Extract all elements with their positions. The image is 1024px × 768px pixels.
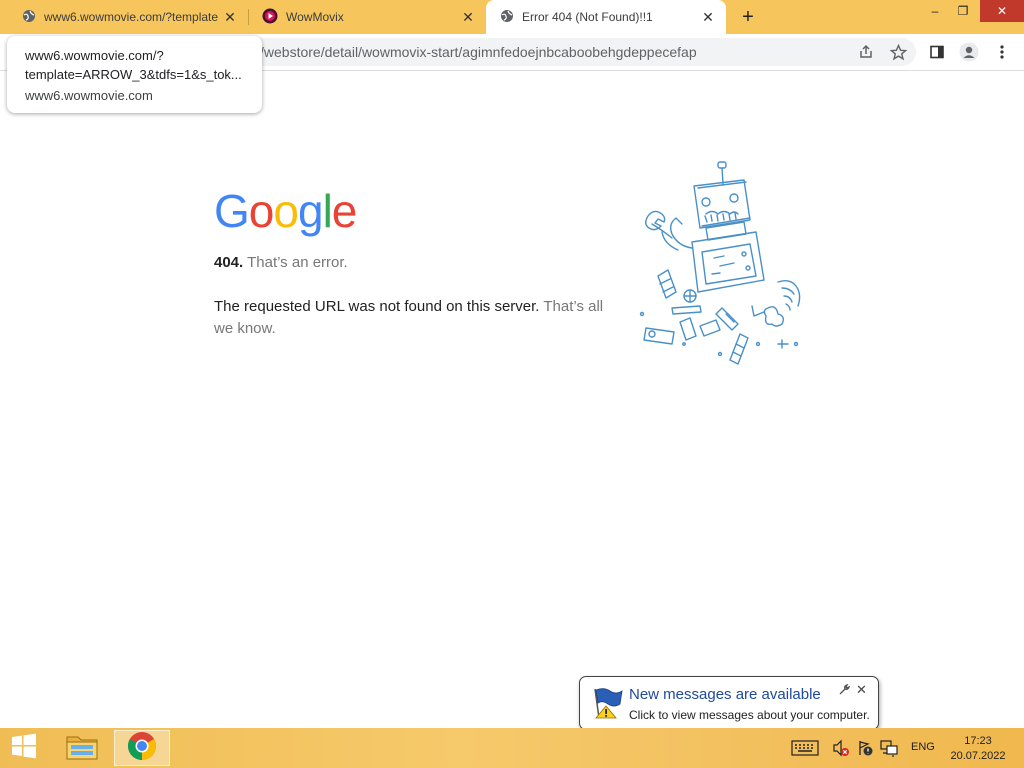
tab-error-404[interactable]: Error 404 (Not Found)!!1 ✕: [486, 0, 726, 34]
taskbar-chrome[interactable]: [114, 730, 170, 766]
close-tab-icon[interactable]: ✕: [700, 9, 716, 25]
error-text: That’s an error.: [247, 254, 348, 271]
clock-time: 17:23: [964, 735, 992, 747]
notification-balloon[interactable]: New messages are available Click to view…: [579, 676, 879, 730]
globe-icon: [500, 9, 514, 26]
wrench-settings-icon[interactable]: [838, 683, 851, 699]
error-code: 404.: [214, 254, 244, 271]
taskbar: ENG 17:23 20.07.2022: [0, 728, 1024, 768]
tab-title: www6.wowmovie.com/?template: [44, 10, 219, 24]
tab-hover-card: www6.wowmovie.com/? template=ARROW_3&tdf…: [7, 36, 262, 113]
globe-icon: [22, 9, 36, 26]
hover-card-title-line2: template=ARROW_3&tdfs=1&s_tok...: [25, 67, 242, 82]
google-logo-letter: o: [273, 185, 299, 237]
clock-date: 20.07.2022: [950, 750, 1006, 762]
close-tab-icon[interactable]: ✕: [222, 9, 238, 25]
system-clock[interactable]: 17:23 20.07.2022: [946, 734, 1010, 764]
error-heading: 404. That’s an error.: [214, 254, 348, 271]
close-notification-icon[interactable]: ✕: [856, 682, 867, 698]
menu-kebab-icon[interactable]: [992, 42, 1012, 62]
profile-avatar-icon[interactable]: [959, 42, 979, 62]
google-logo-letter: e: [331, 185, 358, 237]
network-icon[interactable]: [880, 738, 898, 758]
side-panel-icon[interactable]: [927, 42, 947, 62]
close-window-button[interactable]: ✕: [980, 0, 1024, 22]
touch-keyboard-icon[interactable]: [790, 738, 820, 758]
tab-wowmovix[interactable]: WowMovix ✕: [248, 0, 486, 34]
taskbar-file-explorer[interactable]: [54, 730, 110, 766]
wowmovix-icon: [262, 8, 278, 27]
chrome-icon: [127, 731, 157, 766]
tab-title: WowMovix: [286, 10, 344, 24]
notification-text: Click to view messages about your comput…: [629, 708, 870, 722]
hover-card-domain: www6.wowmovie.com: [25, 88, 153, 103]
volume-muted-icon[interactable]: [832, 738, 850, 758]
action-center-icon[interactable]: [856, 738, 874, 758]
google-logo-letter: g: [297, 185, 324, 237]
notification-title: New messages are available: [629, 686, 821, 703]
broken-robot-illustration: [632, 158, 814, 380]
error-description: The requested URL was not found on this …: [214, 296, 614, 340]
google-logo-letter: G: [214, 185, 250, 237]
bookmark-star-icon[interactable]: [888, 42, 908, 62]
close-tab-icon[interactable]: ✕: [460, 9, 476, 25]
tab-wowmovie-template[interactable]: www6.wowmovie.com/?template ✕: [8, 0, 248, 34]
url-text: /webstore/detail/wowmovix-start/agimnfed…: [260, 44, 697, 60]
google-logo-text: Google: [214, 185, 358, 237]
tab-title: Error 404 (Not Found)!!1: [522, 10, 653, 24]
google-logo-letter: l: [322, 185, 333, 237]
file-explorer-icon: [65, 731, 99, 766]
tab-strip: www6.wowmovie.com/?template ✕ WowMovix ✕…: [0, 0, 1024, 34]
minimize-button[interactable]: –: [920, 0, 950, 22]
google-logo-letter: o: [248, 185, 275, 237]
input-language[interactable]: ENG: [911, 741, 935, 753]
new-tab-button[interactable]: +: [737, 6, 759, 28]
maximize-button[interactable]: ❐: [948, 0, 978, 22]
start-button[interactable]: [0, 728, 48, 768]
hover-card-title-line1: www6.wowmovie.com/?: [25, 48, 164, 63]
share-icon[interactable]: [856, 42, 876, 62]
action-center-flag-icon: [590, 686, 624, 720]
google-logo: Google: [214, 184, 358, 238]
error-message: The requested URL was not found on this …: [214, 298, 540, 315]
windows-logo-icon: [11, 733, 37, 764]
